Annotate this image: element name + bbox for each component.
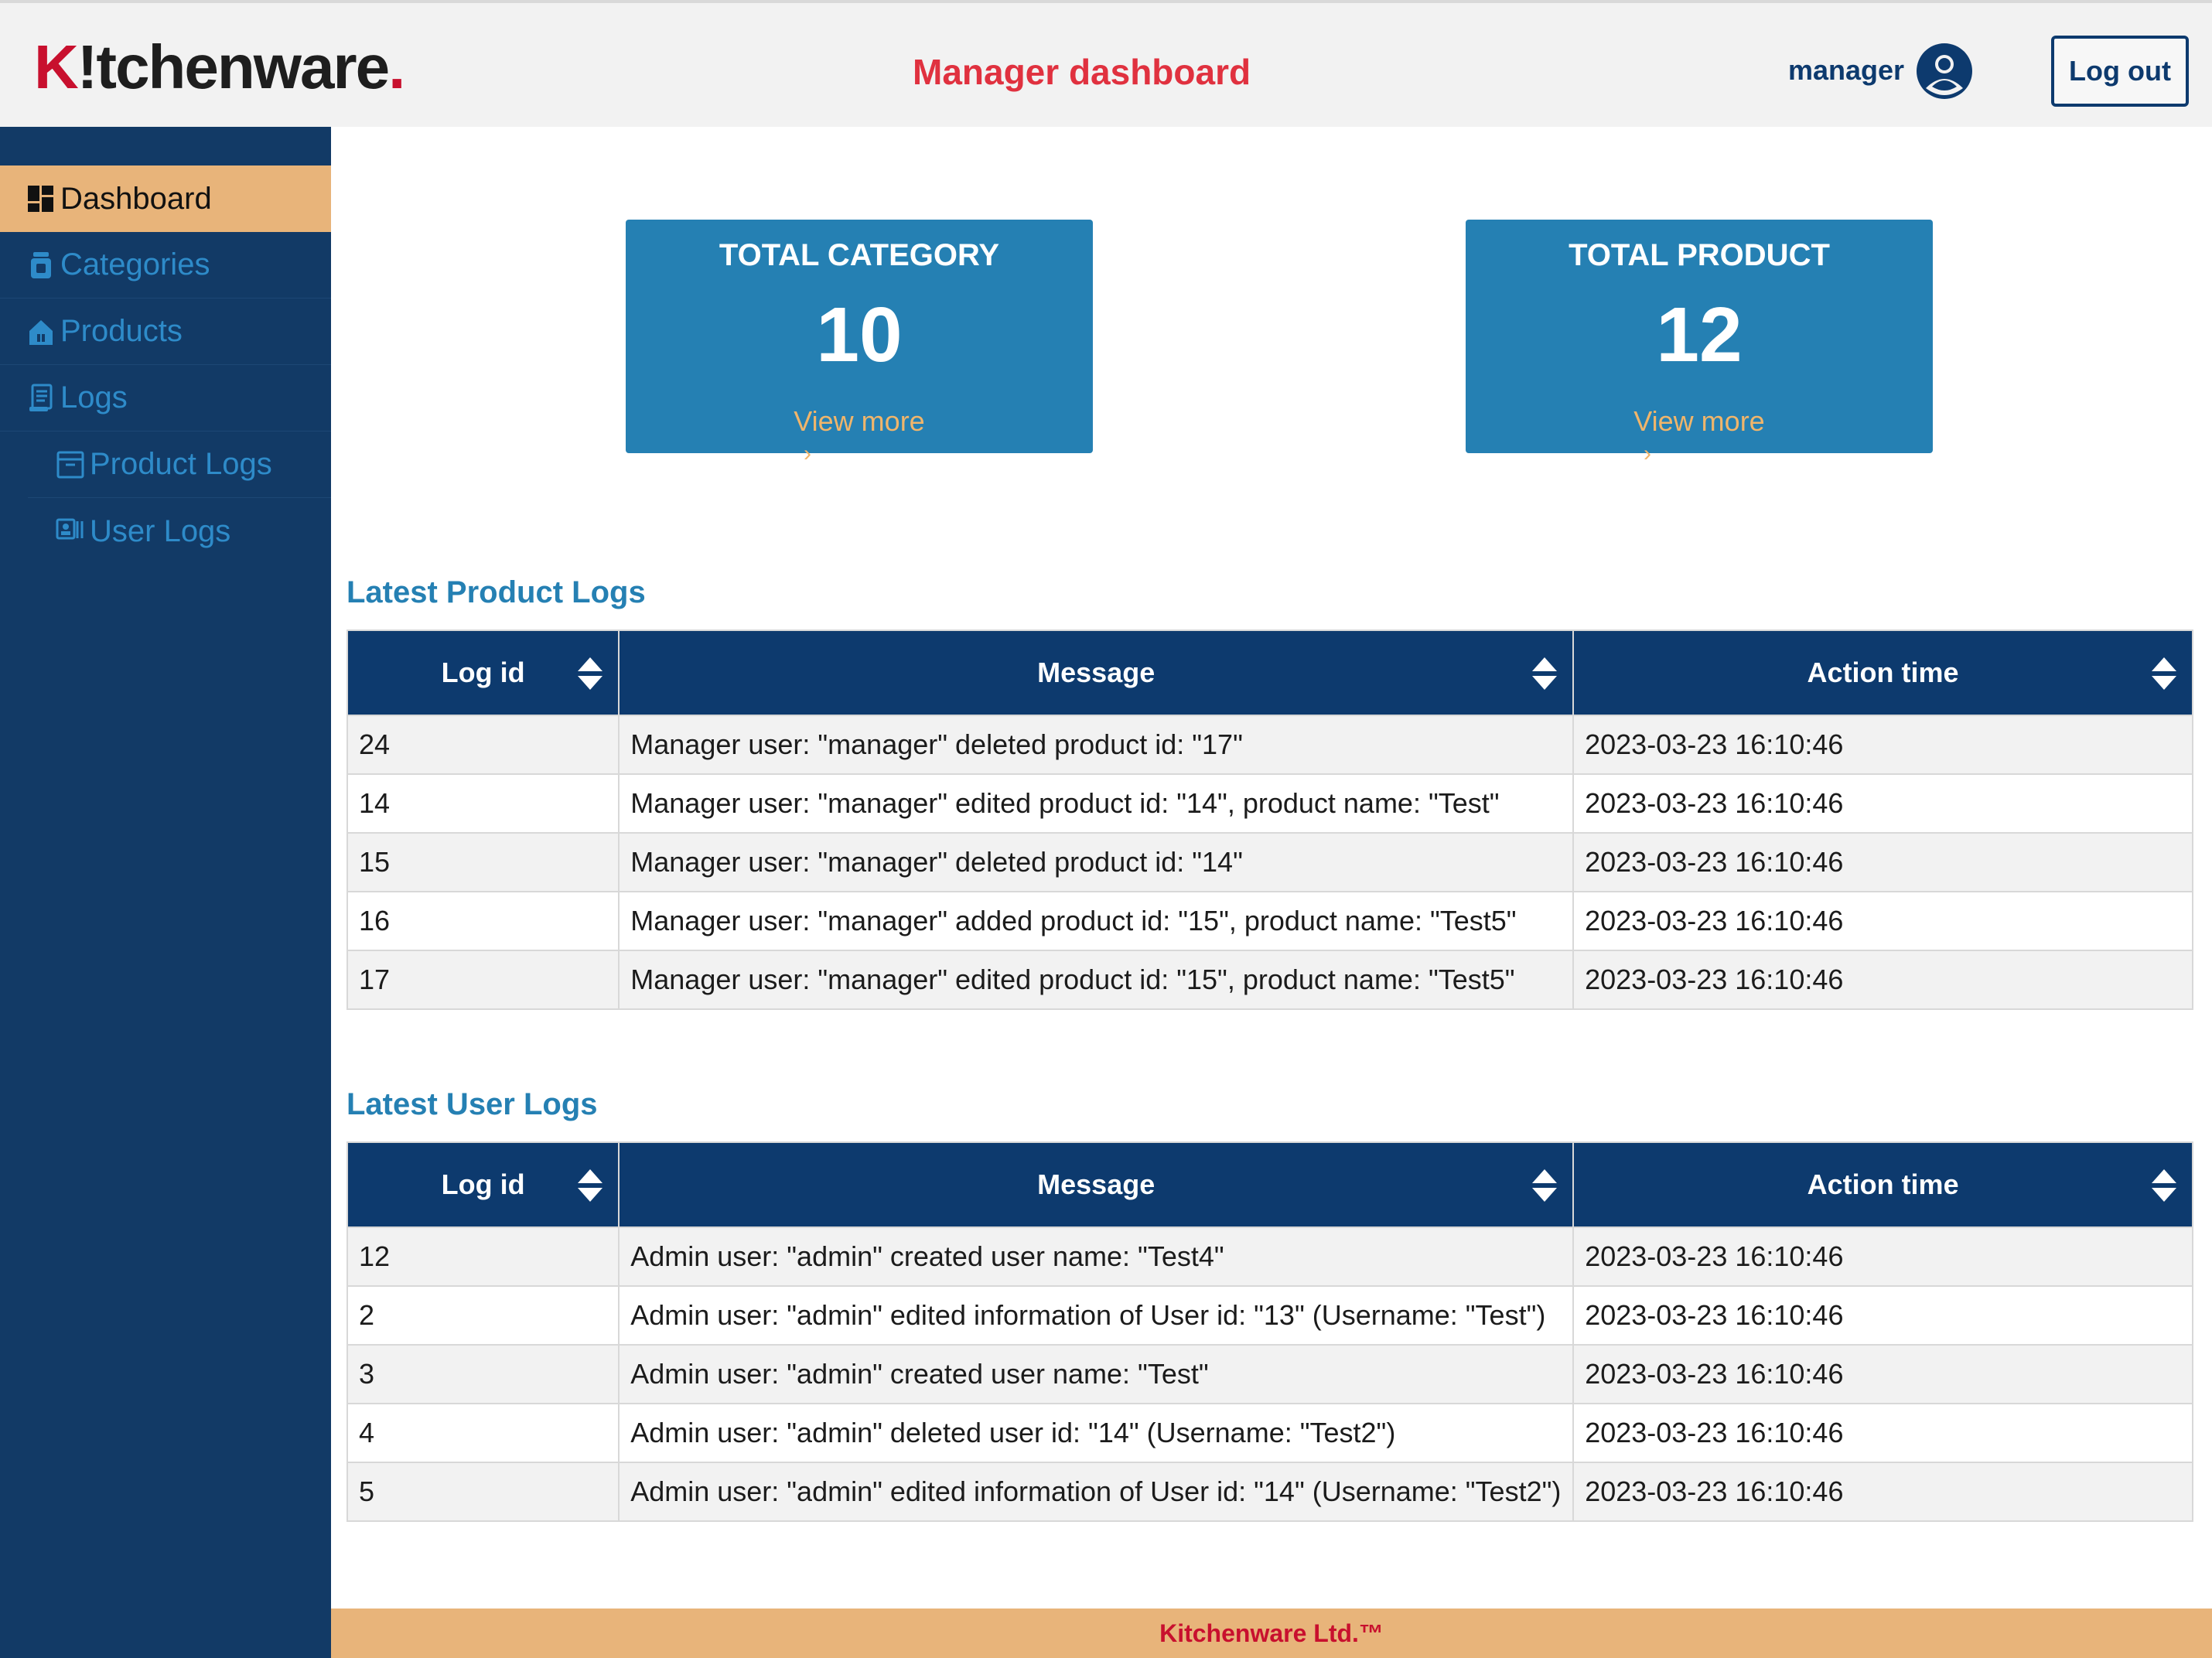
sort-icon[interactable] [1531,654,1558,693]
cell-action-time: 2023-03-23 16:10:46 [1572,950,2193,1010]
cell-action-time: 2023-03-23 16:10:46 [1572,1226,2193,1287]
page-title: Manager dashboard [913,52,1251,92]
sort-icon[interactable] [2150,654,2178,693]
cell-message: Admin user: "admin" edited information o… [618,1462,1575,1522]
document-icon [29,384,53,411]
cell-message: Manager user: "manager" added product id… [618,891,1575,951]
cell-message: Admin user: "admin" deleted user id: "14… [618,1403,1575,1463]
cell-message: Manager user: "manager" edited product i… [618,950,1575,1010]
column-header-log-id[interactable]: Log id [346,629,620,716]
view-more-link[interactable]: View more [626,405,1093,438]
table-row: 24 Manager user: "manager" deleted produc… [346,715,2193,775]
sort-icon[interactable] [576,654,604,693]
sidebar-item-dashboard[interactable]: Dashboard [0,165,331,232]
cell-log-id: 14 [346,773,620,834]
sidebar-item-logs[interactable]: Logs [0,365,331,432]
sidebar-item-label: Categories [60,247,210,281]
card-value: 12 [1656,292,1743,378]
table-row: 14 Manager user: "manager" edited product… [346,773,2193,834]
cell-log-id: 12 [346,1226,620,1287]
column-header-action-time[interactable]: Action time [1572,1141,2193,1228]
username-label: manager [1788,54,1905,86]
product-logs-table: Log id Message Action time 24 Manager use… [346,629,2193,1010]
cell-message: Admin user: "admin" created user name: "… [618,1344,1575,1404]
total-category-card: TOTAL CATEGORY 10 View more › [626,220,1093,466]
table-row: 4 Admin user: "admin" deleted user id: "1… [346,1403,2193,1463]
archive-box-icon [56,451,84,478]
card-title: TOTAL CATEGORY [719,238,1000,272]
cell-log-id: 5 [346,1462,620,1522]
cell-message: Admin user: "admin" edited information o… [618,1285,1575,1346]
column-header-message[interactable]: Message [618,1141,1575,1228]
chevron-right-icon: › [1644,441,1651,466]
cell-action-time: 2023-03-23 16:10:46 [1572,832,2193,892]
table-row: 16 Manager user: "manager" added product … [346,891,2193,951]
cell-message: Manager user: "manager" deleted product … [618,715,1575,775]
cell-message: Admin user: "admin" created user name: "… [618,1226,1575,1287]
cell-log-id: 17 [346,950,620,1010]
cell-log-id: 24 [346,715,620,775]
column-header-log-id[interactable]: Log id [346,1141,620,1228]
cell-action-time: 2023-03-23 16:10:46 [1572,891,2193,951]
cell-action-time: 2023-03-23 16:10:46 [1572,1462,2193,1522]
cell-log-id: 4 [346,1403,620,1463]
table-row: 12 Admin user: "admin" created user name:… [346,1226,2193,1287]
top-bar: K!tchenware. Manager dashboard manager L… [0,0,2212,127]
kitchenware-logo[interactable]: K!tchenware. [34,32,405,102]
sidebar-item-label: Product Logs [90,447,272,481]
footer: Kitchenware Ltd.™ [331,1609,2212,1658]
cell-log-id: 2 [346,1285,620,1346]
table-row: 2 Admin user: "admin" edited information … [346,1285,2193,1346]
sort-icon[interactable] [1531,1166,1558,1205]
house-icon [29,319,53,345]
sidebar-item-label: Logs [60,380,128,414]
total-product-card: TOTAL PRODUCT 12 View more › [1466,220,1933,466]
cell-log-id: 3 [346,1344,620,1404]
card-title: TOTAL PRODUCT [1569,238,1830,272]
user-avatar-icon[interactable] [1915,42,1974,101]
cell-log-id: 16 [346,891,620,951]
cell-action-time: 2023-03-23 16:10:46 [1572,1285,2193,1346]
column-header-action-time[interactable]: Action time [1572,629,2193,716]
user-logs-title: Latest User Logs [346,1087,598,1121]
jar-icon [31,251,51,278]
table-row: 17 Manager user: "manager" edited product… [346,950,2193,1010]
cell-action-time: 2023-03-23 16:10:46 [1572,715,2193,775]
cell-message: Manager user: "manager" deleted product … [618,832,1575,892]
footer-text: Kitchenware Ltd.™ [1159,1619,1384,1647]
table-row: 15 Manager user: "manager" deleted produc… [346,832,2193,892]
card-value: 10 [816,292,903,378]
sidebar-item-products[interactable]: Products [0,299,331,365]
user-logs-table: Log id Message Action time 12 Admin user:… [346,1141,2193,1522]
sidebar-item-label: Dashboard [60,181,212,216]
sidebar-item-label: Products [60,314,183,348]
cell-action-time: 2023-03-23 16:10:46 [1572,1403,2193,1463]
sidebar-item-product-logs[interactable]: Product Logs [28,432,331,498]
view-more-link[interactable]: View more [1466,405,1933,438]
dashboard-grid-icon [28,186,53,212]
product-logs-title: Latest Product Logs [346,575,646,609]
chevron-right-icon: › [804,441,811,466]
sidebar-item-categories[interactable]: Categories [0,232,331,299]
sort-icon[interactable] [2150,1166,2178,1205]
cell-action-time: 2023-03-23 16:10:46 [1572,1344,2193,1404]
cell-message: Manager user: "manager" edited product i… [618,773,1575,834]
id-card-icon [56,518,84,540]
sidebar-item-label: User Logs [90,513,231,548]
table-row: 3 Admin user: "admin" created user name: … [346,1344,2193,1404]
logout-button[interactable]: Log out [2051,36,2189,107]
cell-action-time: 2023-03-23 16:10:46 [1572,773,2193,834]
sidebar: Dashboard Categories Products Logs Produ… [0,127,331,1658]
sidebar-item-user-logs[interactable]: User Logs [28,498,331,565]
column-header-message[interactable]: Message [618,629,1575,716]
sort-icon[interactable] [576,1166,604,1205]
cell-log-id: 15 [346,832,620,892]
table-row: 5 Admin user: "admin" edited information … [346,1462,2193,1522]
